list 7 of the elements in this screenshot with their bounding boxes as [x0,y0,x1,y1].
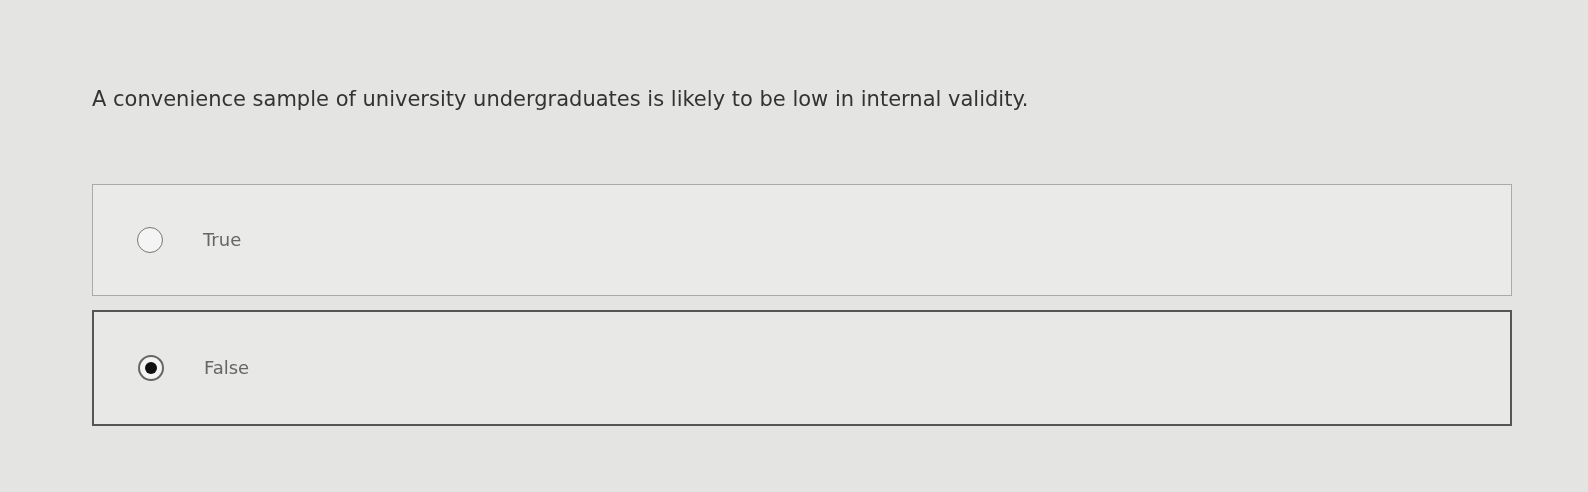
question-text: A convenience sample of university undergraduates is likely to be low in internal validity. [92,86,1030,113]
option-label: True [203,228,242,252]
radio-button[interactable] [137,226,163,253]
option-label: False [204,356,250,380]
answer-option[interactable]: True [92,183,1512,296]
answer-option[interactable]: False [92,309,1512,426]
radio-button[interactable] [138,354,164,381]
